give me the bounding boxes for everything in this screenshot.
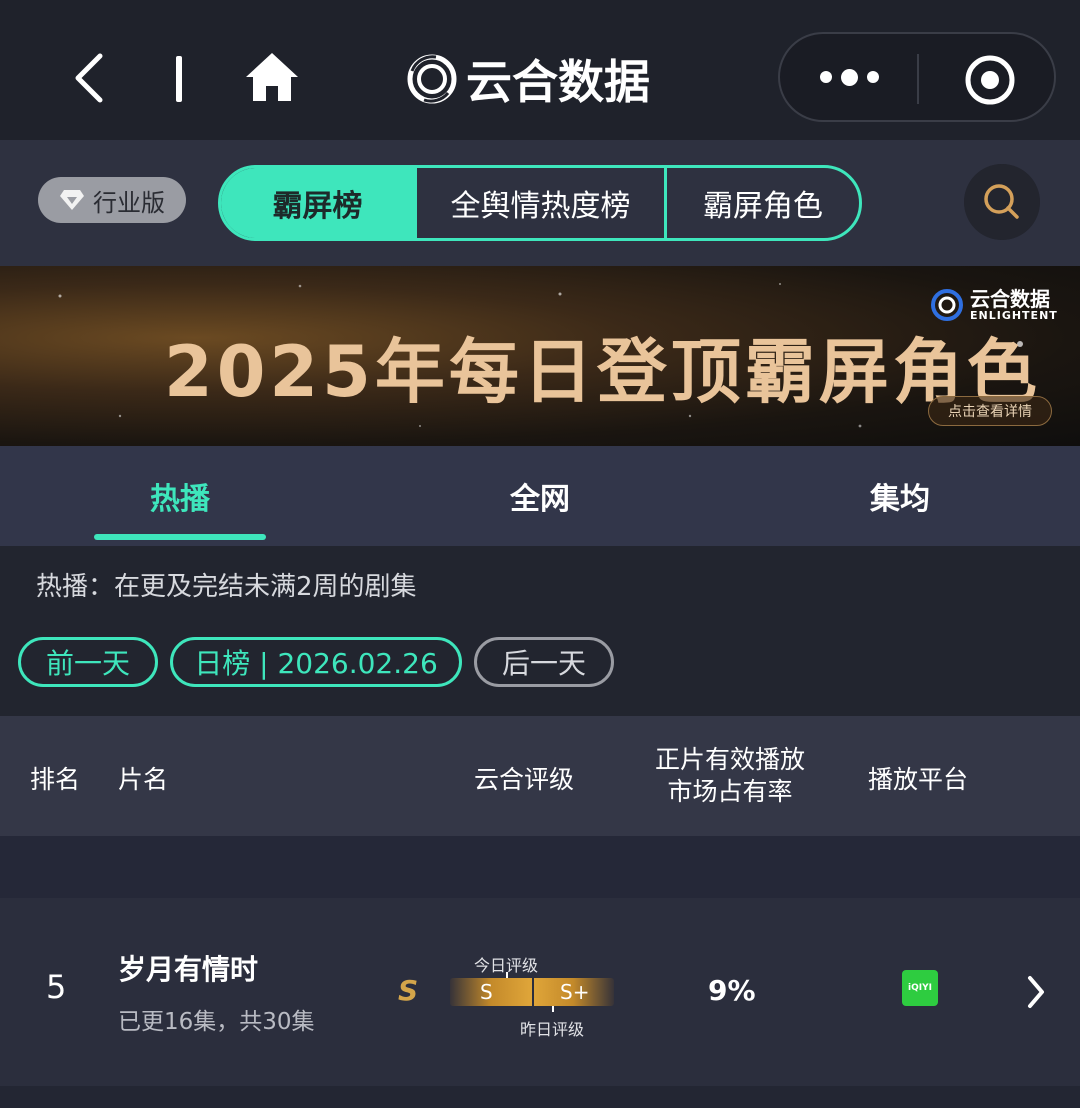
- header-rating: 云合评级: [474, 765, 575, 794]
- back-arrow-icon[interactable]: [70, 52, 110, 104]
- ranking-segmented-control: 霸屏榜 全舆情热度榜 霸屏角色: [218, 165, 862, 241]
- brand-logo-icon: [931, 289, 963, 321]
- header-market-share-line2: 市场占有率: [667, 777, 793, 806]
- table-header: 排名 片名 云合评级 正片有效播放 市场占有率 播放平台: [0, 716, 1080, 836]
- row-grade: S: [398, 974, 419, 1007]
- tab-sentiment-heat-list[interactable]: 全舆情热度榜: [417, 168, 667, 238]
- chevron-right-icon[interactable]: [1024, 974, 1048, 1010]
- row-title: 岁月有情时: [118, 953, 259, 986]
- diamond-icon: [60, 190, 84, 210]
- next-day-button[interactable]: 后一天: [474, 637, 614, 687]
- header-market-share: 正片有效播放 市场占有率: [640, 744, 820, 808]
- scope-tabs: 热播 全网 集均: [0, 446, 1080, 546]
- app-title: 云合数据: [466, 55, 650, 109]
- app-brand: 云合数据: [406, 48, 650, 110]
- previous-day-button[interactable]: 前一天: [18, 637, 158, 687]
- header-rank: 排名: [30, 765, 81, 794]
- header-market-share-line1: 正片有效播放: [654, 745, 805, 774]
- yesterday-grade-value: S+: [560, 980, 590, 1004]
- iqiyi-platform-icon: iQIYI: [902, 970, 938, 1006]
- scope-description: 热播：在更及完结未满2周的剧集: [36, 572, 417, 602]
- ranking-tab-row: 行业版 霸屏榜 全舆情热度榜 霸屏角色: [0, 140, 1080, 266]
- grade-tick: [552, 1006, 554, 1012]
- brand-logo-icon: [407, 54, 457, 104]
- edition-button[interactable]: 行业版: [38, 177, 186, 223]
- mini-program-capsule: [778, 32, 1056, 122]
- banner-brand: 云合数据 ENLIGHTENT: [930, 288, 1058, 322]
- tab-per-episode[interactable]: 集均: [720, 446, 1080, 546]
- nav-divider: [176, 56, 182, 102]
- promo-banner[interactable]: 2025年每日登顶霸屏角色 云合数据 ENLIGHTENT 点击查看详情: [0, 266, 1080, 446]
- header-platform: 播放平台: [868, 765, 969, 794]
- yesterday-grade-label: 昨日评级: [520, 1020, 585, 1039]
- banner-brand-name: 云合数据: [970, 286, 1050, 311]
- capsule-divider: [917, 54, 919, 104]
- row-rank: 5: [46, 968, 67, 1006]
- tab-hot-airing[interactable]: 热播: [0, 446, 360, 546]
- banner-detail-button[interactable]: 点击查看详情: [928, 396, 1052, 426]
- table-row-spacer: [0, 836, 1080, 898]
- home-icon[interactable]: [244, 50, 300, 104]
- banner-brand-text: 云合数据 ENLIGHTENT: [970, 289, 1058, 322]
- top-nav-bar: 云合数据: [0, 0, 1080, 140]
- header-title: 片名: [118, 765, 169, 794]
- tab-dominance-roles[interactable]: 霸屏角色: [667, 168, 859, 238]
- tab-all-network[interactable]: 全网: [360, 446, 720, 546]
- grade-bar-divider: [532, 978, 534, 1006]
- banner-brand-sub: ENLIGHTENT: [970, 308, 1058, 322]
- edition-label: 行业版: [93, 188, 165, 217]
- today-grade-value: S: [480, 980, 493, 1004]
- list-bottom: [0, 1086, 1080, 1108]
- search-icon[interactable]: [964, 164, 1040, 240]
- date-selector[interactable]: 日榜 | 2026.02.26: [170, 637, 462, 687]
- close-target-icon[interactable]: [964, 54, 1016, 106]
- banner-title: 2025年每日登顶霸屏角色: [164, 331, 1041, 413]
- row-episodes: 已更16集，共30集: [118, 1009, 315, 1035]
- tab-dominance-list[interactable]: 霸屏榜: [221, 168, 417, 238]
- grade-comparison-bar: S S+: [450, 978, 614, 1006]
- more-options-icon[interactable]: [820, 69, 879, 86]
- table-row[interactable]: 5 岁月有情时 已更16集，共30集 S 今日评级 S S+ 昨日评级 9% i…: [0, 898, 1080, 1086]
- row-market-share: 9%: [708, 974, 756, 1007]
